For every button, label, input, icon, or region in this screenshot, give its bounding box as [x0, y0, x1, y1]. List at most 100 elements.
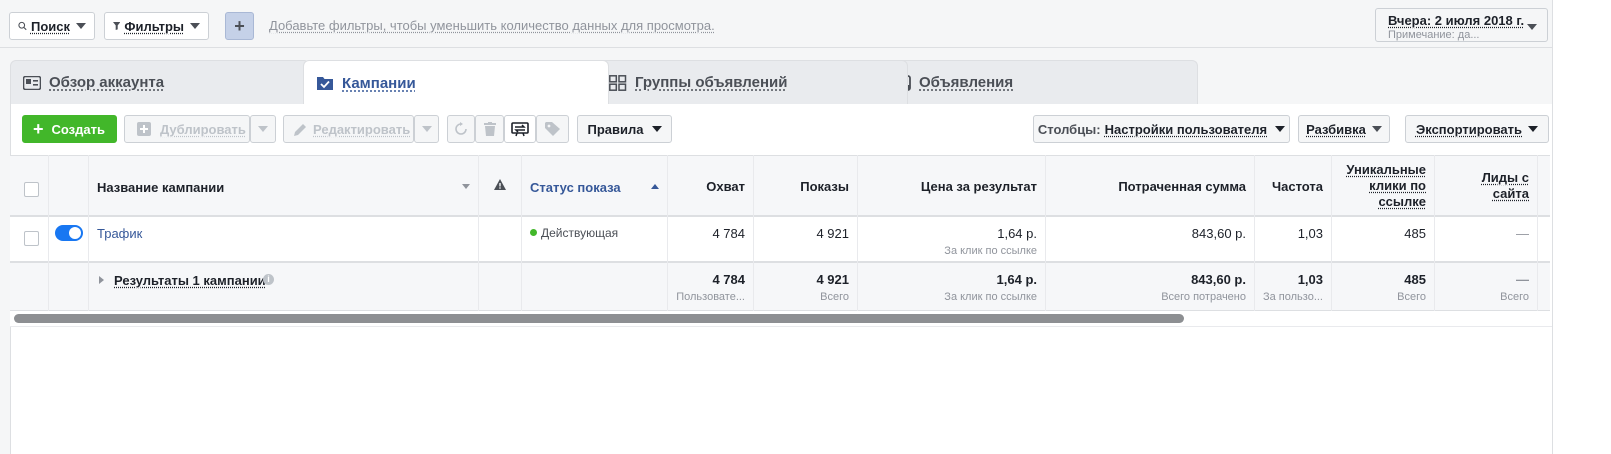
totals-reach-subtext: Пользовате... [676, 291, 745, 303]
sort-down-icon [462, 184, 470, 189]
tab-label: Группы объявлений [635, 74, 788, 91]
columns-prefix: Столбцы: [1037, 121, 1101, 137]
row-reach: 4 784 [668, 217, 754, 263]
toggle-knob [69, 227, 81, 239]
tab-ads[interactable]: Объявления [880, 60, 1198, 104]
totals-leads-value: — [1516, 272, 1529, 287]
rules-label: Правила [587, 121, 644, 137]
ad-sets-icon [609, 74, 627, 91]
breakdown-button[interactable]: Разбивка [1298, 115, 1390, 143]
unique-clicks-value: 485 [1404, 226, 1426, 241]
ab-test-button[interactable] [504, 115, 536, 143]
campaigns-icon [317, 77, 333, 90]
edit-label: Редактировать [313, 121, 411, 137]
filter-hint[interactable]: Добавьте фильтры, чтобы уменьшить количе… [269, 18, 715, 33]
expand-icon[interactable] [99, 276, 104, 284]
select-all-cell [10, 155, 49, 217]
date-note: Примечание: да... [1388, 29, 1480, 41]
column-header-impressions[interactable]: Показы [754, 155, 858, 217]
totals-spent-value: 843,60 р. [1191, 272, 1246, 287]
cost-value: 1,64 р. [997, 226, 1037, 241]
filter-hint-text: Добавьте фильтры, чтобы уменьшить количе… [269, 18, 715, 33]
export-button[interactable]: Экспортировать [1405, 115, 1549, 143]
filters-button[interactable]: Фильтры [104, 12, 209, 40]
row-select-cell [10, 217, 49, 263]
column-header-status[interactable]: Статус показа [522, 155, 668, 217]
totals-leads-subtext: Всего [1500, 291, 1529, 303]
create-label: Создать [51, 121, 105, 137]
frequency-value: 1,03 [1297, 226, 1323, 241]
row-impressions: 4 921 [754, 217, 858, 263]
chevron-down-icon [1275, 126, 1286, 132]
totals-reach: 4 784 Пользовате... [668, 263, 754, 311]
totals-frequency-subtext: За пользо... [1262, 291, 1323, 303]
totals-empty-cell [49, 263, 89, 311]
chevron-down-icon [1527, 24, 1537, 30]
window-gutter [1553, 0, 1611, 454]
column-header-name[interactable]: Название кампании [89, 155, 479, 217]
totals-cost-subtext: За клик по ссылке [944, 291, 1037, 303]
totals-label: Результаты 1 кампании [114, 273, 266, 288]
leads-label: Лиды с сайта [1481, 170, 1529, 201]
column-header-cost[interactable]: Цена за результат [858, 155, 1046, 217]
delete-button[interactable] [475, 115, 504, 143]
tab-ad-sets[interactable]: Группы объявлений [596, 60, 908, 104]
tag-icon [544, 122, 560, 136]
campaign-name-link[interactable]: Трафик [97, 226, 142, 241]
filter-icon [113, 21, 121, 31]
refresh-button[interactable] [447, 115, 475, 143]
duplicate-button[interactable]: Дублировать [124, 115, 250, 143]
status-text: Действующая [541, 226, 619, 240]
column-header-reach[interactable]: Охват [668, 155, 754, 217]
toggle-column-header [49, 155, 89, 217]
tab-campaigns[interactable]: Кампании [303, 60, 609, 105]
totals-cost-value: 1,64 р. [996, 272, 1037, 287]
chevron-down-icon [1528, 126, 1539, 132]
totals-impressions: 4 921 Всего [754, 263, 858, 311]
column-header-unique-clicks[interactable]: Уникальные клики по ссылке [1332, 155, 1435, 217]
row-warnings-cell [479, 217, 522, 263]
search-button[interactable]: Поиск [9, 12, 95, 40]
column-header-frequency[interactable]: Частота [1255, 155, 1332, 217]
duplicate-dropdown[interactable] [250, 115, 276, 143]
totals-unique-clicks-subtext: Всего [1397, 291, 1426, 303]
totals-unique-clicks-value: 485 [1404, 272, 1426, 287]
date-picker[interactable]: Вчера: 2 июля 2018 г. Примечание: да... [1375, 8, 1548, 42]
edit-dropdown[interactable] [414, 115, 439, 143]
tab-label: Обзор аккаунта [49, 74, 165, 91]
columns-button[interactable]: Столбцы: Настройки пользователя [1033, 115, 1290, 143]
tag-button[interactable] [536, 115, 569, 143]
refresh-icon [455, 122, 467, 135]
column-status-label: Статус показа [530, 180, 621, 195]
info-icon[interactable]: i [263, 274, 274, 285]
horizontal-scrollbar-thumb[interactable] [14, 314, 1184, 323]
totals-impressions-value: 4 921 [816, 272, 849, 287]
row-frequency: 1,03 [1255, 217, 1332, 263]
row-leads: — [1435, 217, 1538, 263]
filters-label: Фильтры [124, 18, 184, 34]
chevron-down-icon [258, 126, 268, 132]
column-header-spent[interactable]: Потраченная сумма [1046, 155, 1255, 217]
column-header-leads[interactable]: Лиды с сайта [1435, 155, 1538, 217]
pencil-icon [294, 123, 306, 136]
campaign-toggle[interactable] [55, 225, 83, 241]
totals-label-cell[interactable]: Результаты 1 кампании i [89, 263, 479, 311]
search-label: Поиск [30, 18, 70, 34]
edit-button[interactable]: Редактировать [283, 115, 414, 143]
totals-frequency-value: 1,03 [1297, 272, 1323, 287]
columns-value: Настройки пользователя [1104, 121, 1268, 137]
duplicate-icon [137, 122, 151, 136]
tab-account-overview[interactable]: Обзор аккаунта [10, 60, 310, 104]
chevron-down-icon [651, 126, 662, 132]
create-button[interactable]: + Создать [22, 115, 117, 143]
add-filter-button[interactable]: + [225, 12, 254, 40]
unique-clicks-label: Уникальные клики по ссылке [1346, 162, 1426, 209]
column-header-warnings[interactable] [479, 155, 522, 217]
duplicate-label: Дублировать [160, 121, 246, 137]
rules-button[interactable]: Правила [577, 115, 672, 143]
select-all-checkbox[interactable] [24, 182, 39, 197]
export-label: Экспортировать [1415, 121, 1523, 137]
row-checkbox[interactable] [24, 231, 39, 246]
row-spent: 843,60 р. [1046, 217, 1255, 263]
totals-unique-clicks: 485 Всего [1332, 263, 1435, 311]
